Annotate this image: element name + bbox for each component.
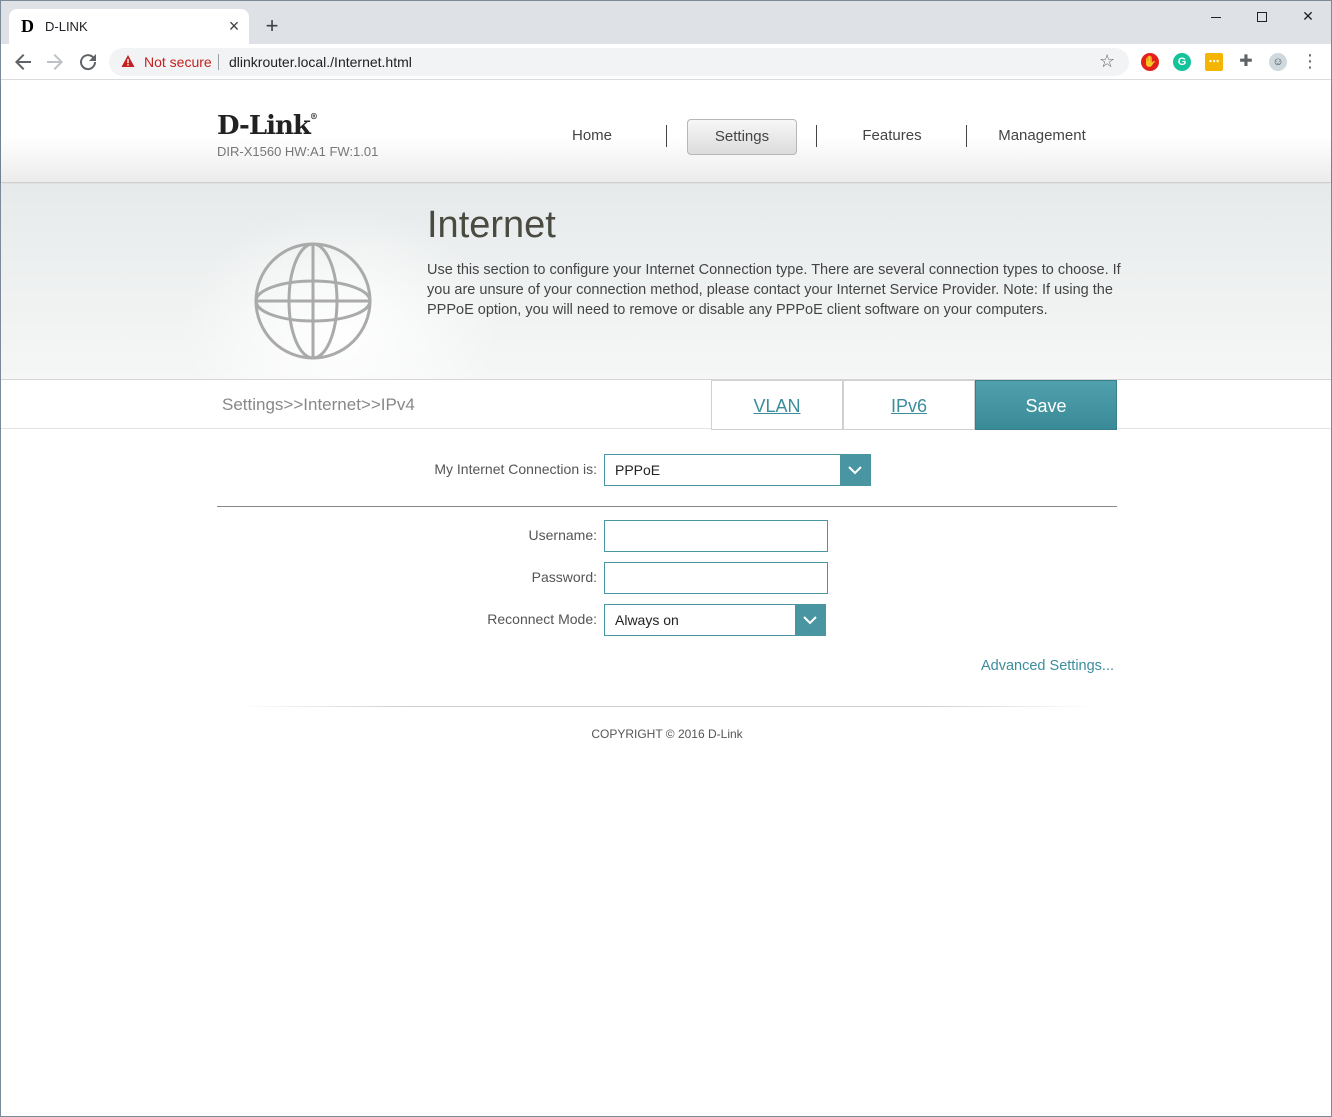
minimize-icon xyxy=(1211,16,1221,18)
profile-avatar-icon[interactable]: ☺ xyxy=(1269,53,1287,71)
new-tab-button[interactable]: + xyxy=(259,15,285,41)
close-window-button[interactable]: ✕ xyxy=(1285,1,1331,31)
connection-type-value: PPPoE xyxy=(615,462,661,478)
maximize-icon xyxy=(1257,12,1267,23)
forward-arrow-icon[interactable] xyxy=(43,50,67,74)
hero-banner: Internet Use this section to configure y… xyxy=(1,184,1331,379)
logo-registered-mark: ® xyxy=(309,111,318,121)
advanced-settings-link[interactable]: Advanced Settings... xyxy=(981,658,1114,674)
username-row: Username: xyxy=(301,520,597,552)
dlink-favicon-icon: D xyxy=(21,16,34,36)
breadcrumb: Settings>>Internet>>IPv4 xyxy=(222,395,415,414)
adblock-extension-icon[interactable]: ✋ xyxy=(1141,53,1159,71)
close-tab-icon[interactable]: × xyxy=(224,16,244,36)
extensions-puzzle-icon[interactable]: ✚ xyxy=(1237,53,1255,71)
password-label: Password: xyxy=(531,569,597,585)
back-arrow-icon[interactable] xyxy=(11,50,35,74)
connection-type-select[interactable]: PPPoE xyxy=(604,454,871,486)
grammarly-extension-icon[interactable]: G xyxy=(1173,53,1191,71)
reconnect-row: Reconnect Mode: xyxy=(301,604,597,636)
save-button[interactable]: Save xyxy=(975,380,1117,430)
reconnect-mode-value: Always on xyxy=(615,612,679,628)
sub-toolbar: Settings>>Internet>>IPv4 VLAN IPv6 Save xyxy=(1,379,1331,430)
copyright-text: COPYRIGHT © 2016 D-Link xyxy=(591,727,743,741)
site-header: D-Link® DIR-X1560 HW:A1 FW:1.01 Home Set… xyxy=(1,81,1331,183)
page-title: Internet xyxy=(427,204,556,246)
browser-titlebar: D D-LINK × + ✕ xyxy=(1,1,1331,44)
nav-features[interactable]: Features xyxy=(837,119,947,155)
maximize-button[interactable] xyxy=(1239,1,1285,31)
address-bar[interactable]: Not secure dlinkrouter.local./Internet.h… xyxy=(109,48,1129,76)
password-input[interactable] xyxy=(604,562,828,594)
chevron-down-icon[interactable] xyxy=(795,605,825,635)
nav-divider xyxy=(966,125,967,147)
browser-toolbar: Not secure dlinkrouter.local./Internet.h… xyxy=(1,44,1331,80)
connection-type-label: My Internet Connection is: xyxy=(434,461,597,477)
vlan-link[interactable]: VLAN xyxy=(711,380,843,430)
browser-tab[interactable]: D D-LINK × xyxy=(9,9,249,44)
globe-icon xyxy=(254,242,372,360)
nav-home[interactable]: Home xyxy=(537,119,647,155)
nav-management[interactable]: Management xyxy=(987,119,1097,155)
model-info: DIR-X1560 HW:A1 FW:1.01 xyxy=(217,144,379,159)
nav-divider xyxy=(666,125,667,147)
username-label: Username: xyxy=(528,527,597,543)
username-input[interactable] xyxy=(604,520,828,552)
minimize-button[interactable] xyxy=(1193,1,1239,31)
reconnect-mode-label: Reconnect Mode: xyxy=(487,611,597,627)
connection-row: My Internet Connection is: xyxy=(301,454,597,486)
form-divider xyxy=(217,506,1117,507)
nav-divider xyxy=(816,125,817,147)
tab-title: D-LINK xyxy=(45,19,88,34)
footer-divider xyxy=(237,706,1097,707)
bookmark-star-icon[interactable]: ☆ xyxy=(1099,51,1115,72)
dlink-logo: D-Link® xyxy=(217,111,318,141)
url-text[interactable]: dlinkrouter.local./Internet.html xyxy=(229,54,412,70)
reconnect-mode-select[interactable]: Always on xyxy=(604,604,826,636)
not-secure-label[interactable]: Not secure xyxy=(144,54,212,70)
password-row: Password: xyxy=(301,562,597,594)
omnibox-divider xyxy=(218,54,219,70)
page-description: Use this section to configure your Inter… xyxy=(427,262,1121,318)
reload-icon[interactable] xyxy=(76,50,100,74)
warning-icon xyxy=(121,55,135,67)
chevron-down-icon[interactable] xyxy=(840,455,870,485)
menu-icon[interactable]: ⋮ xyxy=(1301,51,1319,72)
logo-text: D-Link xyxy=(217,111,311,141)
nav-settings[interactable]: Settings xyxy=(687,119,797,155)
notes-extension-icon[interactable]: ⋯ xyxy=(1205,53,1223,71)
ipv6-link[interactable]: IPv6 xyxy=(843,380,975,430)
router-page: D-Link® DIR-X1560 HW:A1 FW:1.01 Home Set… xyxy=(1,81,1331,1116)
